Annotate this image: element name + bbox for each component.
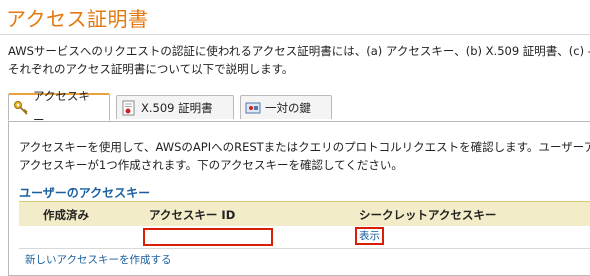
tab-x509-certificates[interactable]: X.509 証明書 <box>116 95 234 119</box>
title-divider <box>0 34 590 35</box>
panel-description: アクセスキーを使用して、AWSのAPIへのRESTまたはクエリのプロトコルリクエ… <box>19 138 590 174</box>
panel-line-1: アクセスキーを使用して、AWSのAPIへのRESTまたはクエリのプロトコルリクエ… <box>19 140 590 154</box>
access-key-id-cell <box>143 228 273 246</box>
table-row: 表示 <box>19 226 590 249</box>
tab-label: アクセスキー <box>33 88 90 127</box>
create-access-key-link[interactable]: 新しいアクセスキーを作成する <box>25 252 171 267</box>
tab-access-keys[interactable]: アクセスキー <box>8 89 110 127</box>
show-secret-link[interactable]: 表示 <box>355 227 384 245</box>
tab-key-pairs[interactable]: 一対の鍵 <box>240 95 332 119</box>
key-icon <box>13 100 29 116</box>
section-heading: ユーザーのアクセスキー <box>19 186 151 200</box>
tab-label: 一対の鍵 <box>265 100 311 115</box>
intro-line-1: AWSサービスへのリクエストの認証に使われるアクセス証明書には、(a) アクセス… <box>8 44 590 58</box>
tab-label: X.509 証明書 <box>141 100 213 115</box>
page-title: アクセス証明書 <box>6 7 149 31</box>
column-secret-access-key: シークレットアクセスキー <box>359 208 497 222</box>
panel-line-2: アクセスキーが1つ作成されます。下のアクセスキーを確認してください。 <box>19 158 403 172</box>
column-created: 作成済み <box>43 208 89 222</box>
column-access-key-id: アクセスキー ID <box>149 208 236 222</box>
credential-tabs: アクセスキー X.509 証明書 一対の鍵 <box>8 89 590 127</box>
certificate-icon <box>121 100 137 116</box>
intro-line-2: それぞれのアクセス証明書について以下で説明します。 <box>8 62 294 76</box>
keypair-icon <box>245 100 261 116</box>
table-header: 作成済み アクセスキー ID シークレットアクセスキー <box>19 202 590 226</box>
access-keys-panel: アクセスキーを使用して、AWSのAPIへのRESTまたはクエリのプロトコルリクエ… <box>8 121 590 276</box>
intro-text: AWSサービスへのリクエストの認証に使われるアクセス証明書には、(a) アクセス… <box>8 42 590 78</box>
